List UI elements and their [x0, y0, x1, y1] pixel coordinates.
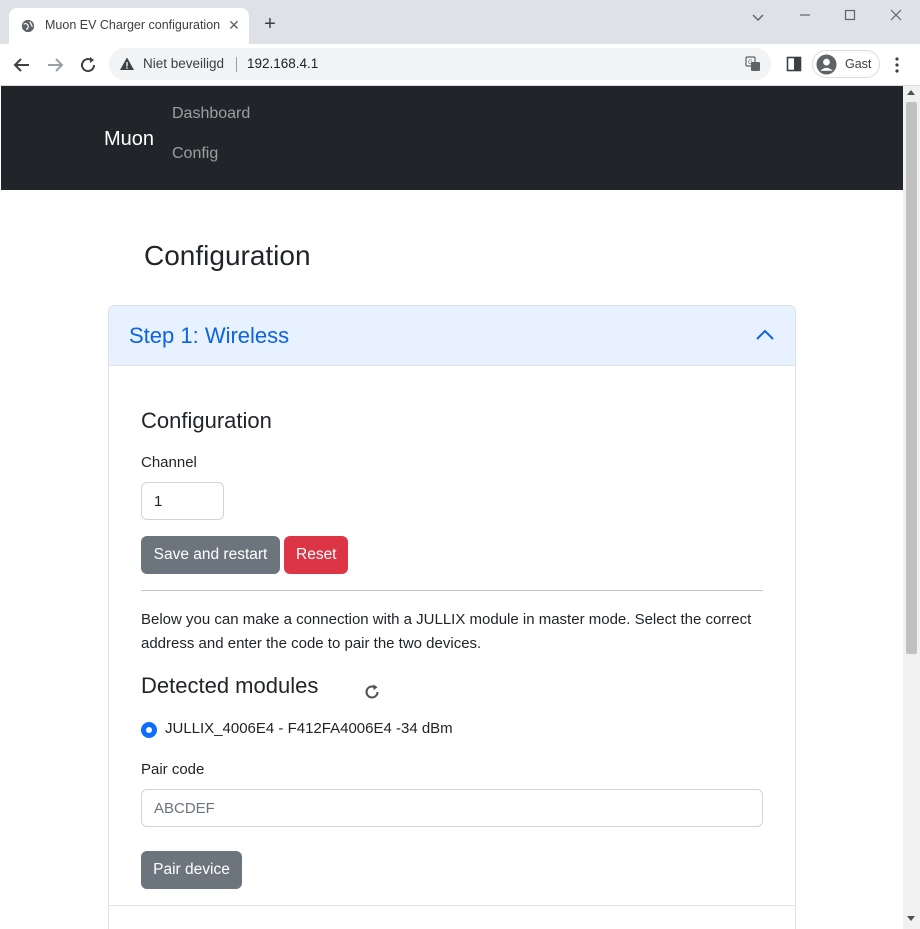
pair-code-label: Pair code — [141, 761, 205, 778]
module-option-label[interactable]: JULLIX_4006E4 - F412FA4006E4 -34 dBm — [165, 720, 453, 737]
module-radio[interactable] — [141, 722, 157, 738]
configuration-heading: Configuration — [141, 408, 272, 433]
navbar-brand[interactable]: Muon — [104, 128, 154, 151]
warning-icon[interactable] — [119, 56, 135, 72]
browser-toolbar: Niet beveiligd 192.168.4.1 G Gast — [0, 44, 920, 86]
nav-link-dashboard[interactable]: Dashboard — [172, 105, 250, 123]
reset-button[interactable]: Reset — [284, 536, 348, 574]
chevron-up-icon[interactable] — [755, 328, 775, 342]
nav-link-config[interactable]: Config — [172, 145, 218, 163]
plus-icon[interactable]: + — [260, 14, 280, 34]
pairing-description: Below you can make a connection with a J… — [141, 611, 752, 652]
channel-label: Channel — [141, 454, 197, 471]
forward-arrow-icon[interactable] — [43, 53, 67, 77]
maximize-icon[interactable] — [840, 5, 860, 25]
channel-input[interactable] — [141, 482, 224, 520]
back-arrow-icon[interactable] — [10, 53, 34, 77]
omnibox-separator — [236, 57, 237, 72]
chevron-down-icon[interactable] — [748, 7, 768, 27]
close-icon[interactable]: ✕ — [226, 17, 242, 33]
avatar-icon — [816, 54, 837, 75]
accordion-title[interactable]: Step 1: Wireless — [129, 323, 289, 349]
svg-text:G: G — [748, 59, 753, 66]
profile-name: Gast — [845, 57, 872, 71]
scroll-thumb[interactable] — [906, 102, 917, 654]
section-divider — [141, 590, 763, 591]
detected-modules-heading: Detected modules — [141, 673, 319, 698]
close-window-icon[interactable] — [886, 5, 906, 25]
pair-device-button[interactable]: Pair device — [141, 851, 242, 889]
page-scrollbar[interactable] — [903, 86, 920, 929]
page-viewport: Muon Dashboard Config Configuration Step… — [1, 86, 903, 929]
side-panel-icon[interactable] — [786, 56, 802, 72]
tab-title: Muon EV Charger configuration — [45, 18, 221, 32]
address-bar[interactable]: Niet beveiligd 192.168.4.1 G — [109, 48, 771, 80]
reload-icon[interactable] — [76, 53, 100, 77]
browser-titlebar: Muon EV Charger configuration ✕ + — [0, 0, 920, 44]
accordion-wireless: Step 1: Wireless Configuration Channel S… — [108, 305, 796, 929]
globe-icon — [21, 19, 35, 33]
url-text[interactable]: 192.168.4.1 — [247, 56, 318, 71]
page-title: Configuration — [144, 240, 311, 271]
save-and-restart-button[interactable]: Save and restart — [141, 536, 280, 574]
accordion-header-wireless[interactable]: Step 1: Wireless — [109, 306, 795, 366]
accordion-item-divider — [109, 905, 795, 906]
translate-icon[interactable]: G — [745, 56, 761, 72]
kebab-menu-icon[interactable] — [889, 56, 905, 74]
profile-button[interactable]: Gast — [812, 50, 880, 78]
scroll-down-arrow-icon[interactable] — [907, 916, 915, 921]
browser-tab[interactable]: Muon EV Charger configuration ✕ — [9, 8, 249, 44]
refresh-icon[interactable] — [363, 683, 381, 701]
pair-code-input[interactable] — [141, 789, 763, 827]
scroll-up-arrow-icon[interactable] — [907, 90, 915, 95]
top-navbar: Muon Dashboard Config — [1, 86, 903, 190]
minimize-icon[interactable] — [795, 5, 815, 25]
security-label[interactable]: Niet beveiligd — [143, 56, 224, 71]
